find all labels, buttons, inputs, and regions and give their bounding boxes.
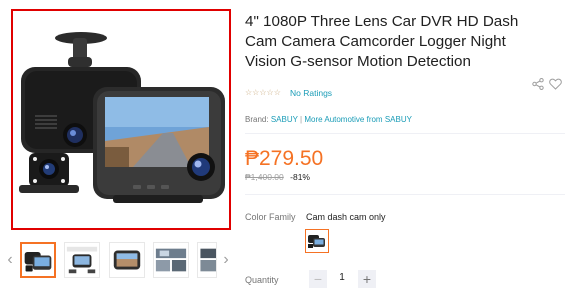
brand-label: Brand: <box>245 115 269 124</box>
color-option-image <box>308 235 325 248</box>
color-option-swatch[interactable] <box>305 229 329 253</box>
current-price: ₱279.50 <box>245 147 324 170</box>
divider <box>245 194 565 195</box>
heart-icon[interactable] <box>549 77 562 95</box>
discount-badge: -81% <box>290 172 310 182</box>
thumbnail-3-image <box>113 250 141 270</box>
divider <box>245 133 565 134</box>
dash-cam-illustration <box>19 32 225 203</box>
quantity-label: Quantity <box>245 275 279 285</box>
share-icon[interactable] <box>532 77 544 95</box>
quantity-decrease-button[interactable]: − <box>309 270 327 288</box>
share-wishlist-group <box>532 77 564 93</box>
thumbnail-1[interactable] <box>20 242 56 278</box>
color-family-label: Color Family <box>245 212 296 222</box>
product-title: 4" 1080P Three Lens Car DVR HD Dash Cam … <box>245 13 519 70</box>
thumbnail-1-image <box>24 252 52 272</box>
original-price-row: ₱1,400.00 -81% <box>245 172 310 182</box>
main-product-image[interactable] <box>11 9 231 230</box>
thumbnail-5[interactable] <box>197 242 217 278</box>
quantity-increase-button[interactable]: + <box>358 270 376 288</box>
thumbnail-prev-arrow[interactable]: ‹ <box>4 248 16 272</box>
original-price: ₱1,400.00 <box>245 172 284 182</box>
thumbnail-4[interactable] <box>153 242 189 278</box>
thumbnail-2[interactable] <box>64 242 100 278</box>
color-family-selected: Cam dash cam only <box>306 212 386 222</box>
brand-link[interactable]: SABUY <box>271 115 298 124</box>
thumbnail-2-image <box>66 246 98 274</box>
thumbnail-strip: ‹ › <box>0 240 240 282</box>
thumbnail-4-image <box>155 248 187 272</box>
thumbnail-3[interactable] <box>109 242 145 278</box>
more-from-brand-link[interactable]: More Automotive from SABUY <box>304 115 412 124</box>
thumbnail-next-arrow[interactable]: › <box>220 248 232 272</box>
quantity-value[interactable]: 1 <box>334 272 350 283</box>
thumbnail-5-image <box>200 248 216 272</box>
rating-stars: ☆☆☆☆☆ <box>245 88 281 97</box>
brand-separator: | <box>300 115 303 124</box>
no-ratings-link[interactable]: No Ratings <box>290 88 332 98</box>
brand-row: Brand: SABUY | More Automotive from SABU… <box>245 115 412 124</box>
